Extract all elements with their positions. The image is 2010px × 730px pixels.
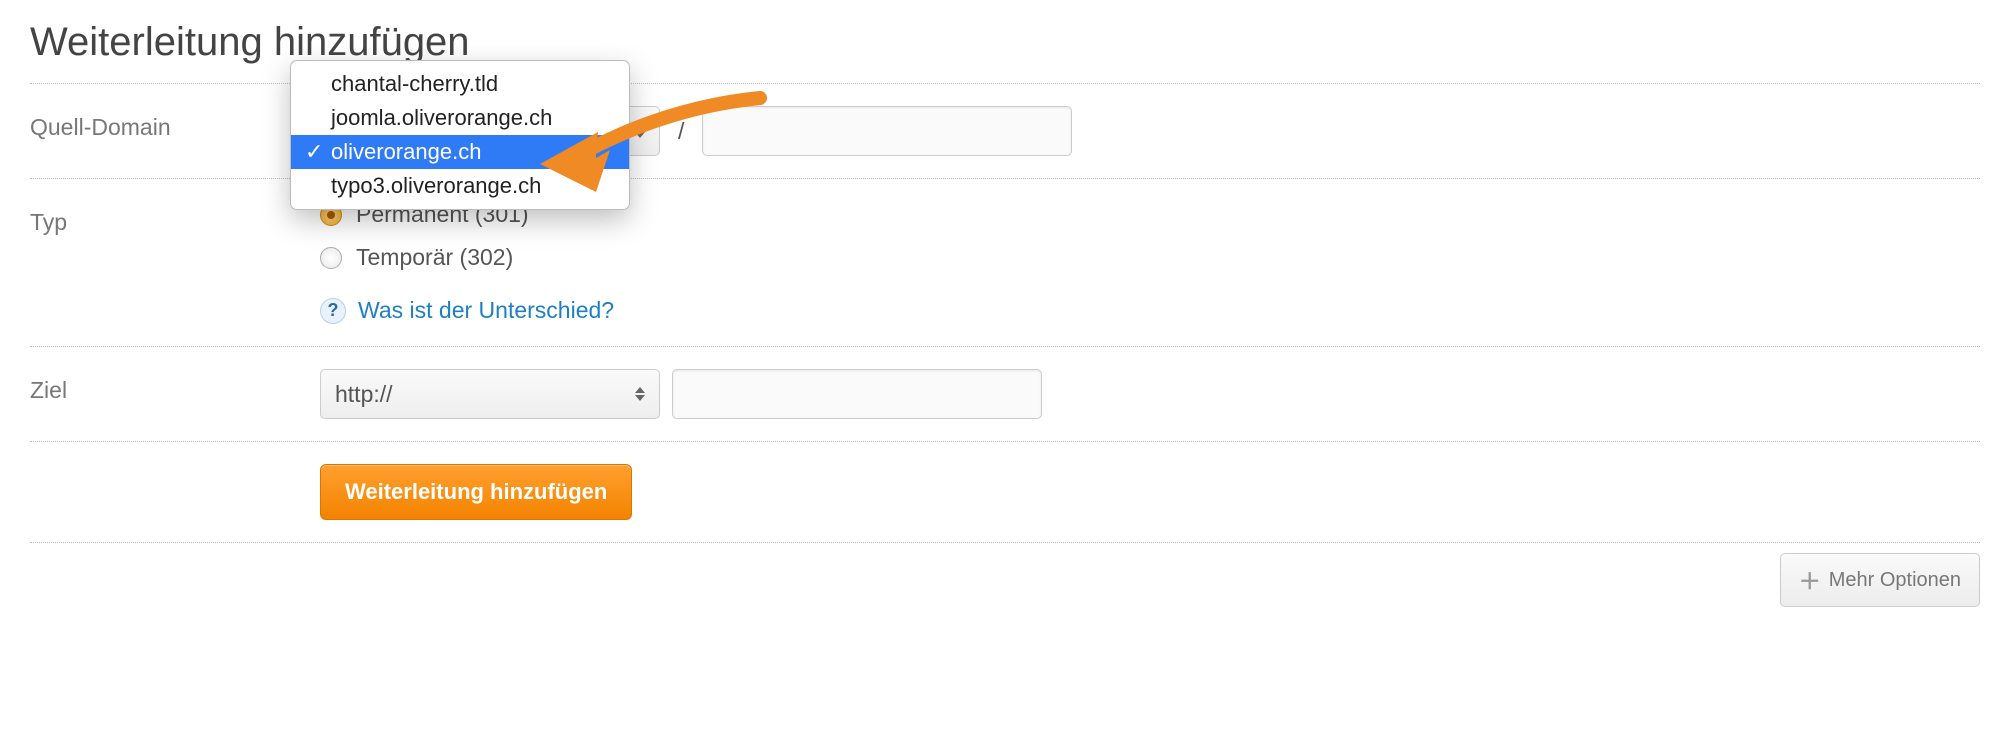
radio-temporary-label: Temporär (302) — [356, 244, 513, 271]
label-source-domain: Quell-Domain — [30, 106, 320, 141]
path-input[interactable] — [702, 106, 1072, 156]
updown-caret-icon — [635, 387, 645, 401]
domain-option[interactable]: typo3.oliverorange.ch — [291, 169, 629, 203]
page-title: Weiterleitung hinzufügen — [30, 20, 1980, 65]
target-url-input[interactable] — [672, 369, 1042, 419]
help-link[interactable]: Was ist der Unterschied? — [358, 297, 614, 324]
plus-icon: ＋ — [1799, 564, 1821, 596]
label-target: Ziel — [30, 369, 320, 404]
more-options-label: Mehr Optionen — [1829, 569, 1961, 592]
more-options-button[interactable]: ＋ Mehr Optionen — [1780, 553, 1980, 607]
updown-caret-icon — [635, 124, 645, 138]
protocol-selected-value: http:// — [335, 381, 393, 408]
domain-option-selected[interactable]: oliverorange.ch — [291, 135, 629, 169]
protocol-select[interactable]: http:// — [320, 369, 660, 419]
row-target: Ziel http:// — [30, 346, 1980, 442]
domain-option[interactable]: chantal-cherry.tld — [291, 67, 629, 101]
radio-temporary[interactable] — [320, 247, 342, 269]
help-icon[interactable]: ? — [320, 298, 346, 324]
domain-option[interactable]: joomla.oliverorange.ch — [291, 101, 629, 135]
submit-button[interactable]: Weiterleitung hinzufügen — [320, 464, 632, 520]
path-separator: / — [672, 118, 690, 145]
domain-dropdown-list[interactable]: chantal-cherry.tld joomla.oliverorange.c… — [290, 60, 630, 210]
label-type: Typ — [30, 201, 320, 236]
